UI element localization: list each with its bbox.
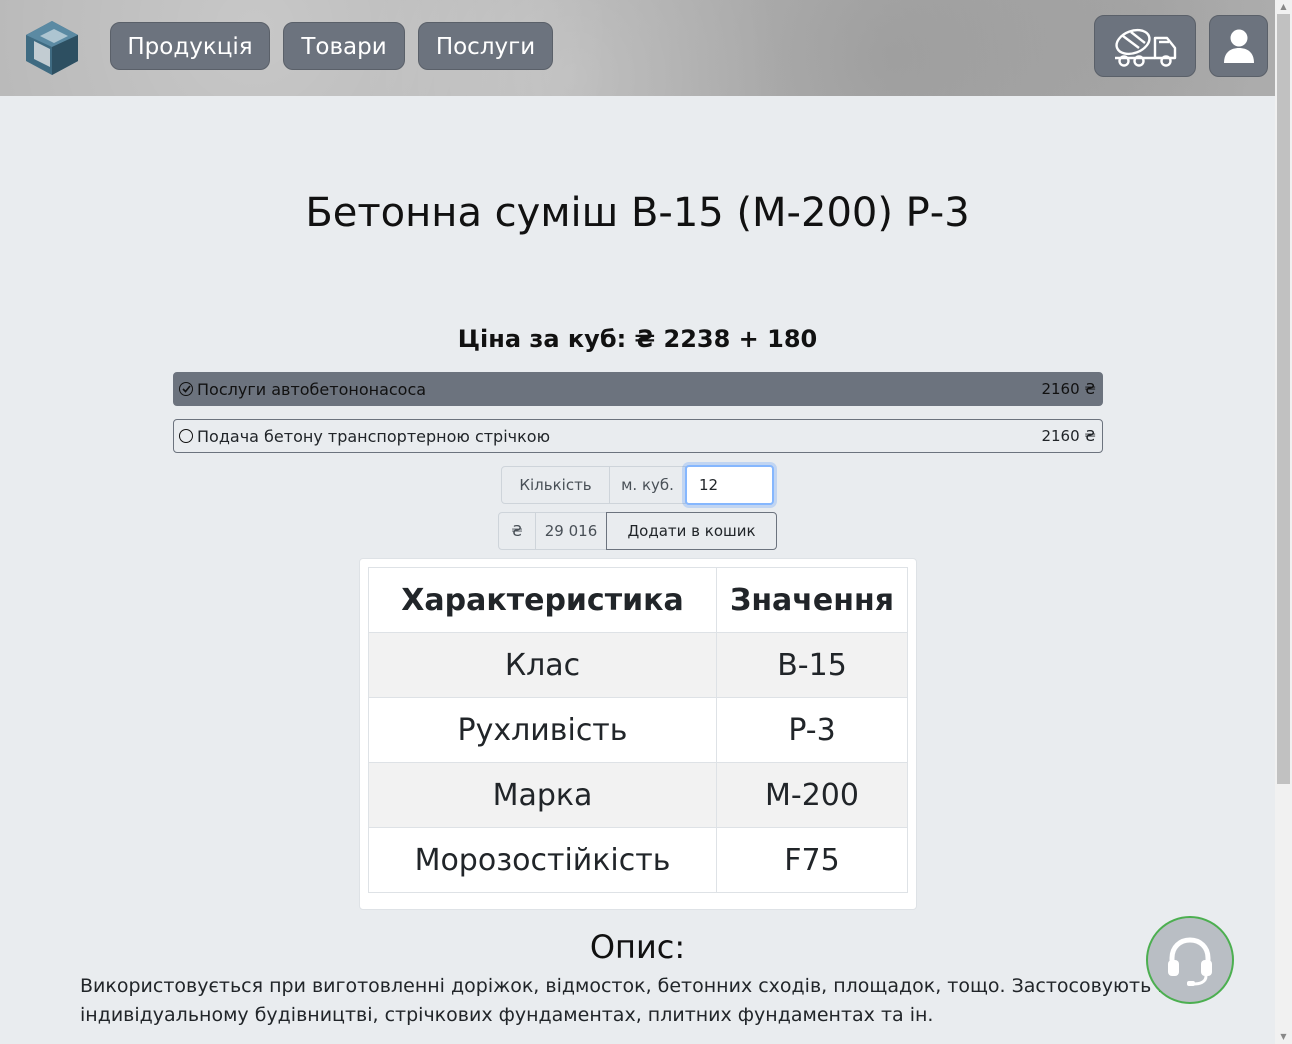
table-row: Рухливість P-3 — [368, 697, 908, 763]
cart-button[interactable] — [1094, 15, 1196, 77]
option-price: 2160 ₴ — [1041, 380, 1096, 398]
headset-support-icon — [1168, 937, 1212, 986]
spec-value: P-3 — [716, 697, 908, 763]
spec-name: Клас — [368, 632, 717, 698]
account-button[interactable] — [1209, 15, 1268, 77]
unit-label: м. куб. — [609, 466, 686, 504]
check-circle-icon — [179, 382, 193, 396]
scroll-down-arrow-icon[interactable]: ▼ — [1275, 1030, 1292, 1044]
nav-products-button[interactable]: Продукція — [110, 22, 270, 70]
empty-circle-icon — [179, 429, 193, 443]
concrete-mixer-truck-icon — [1115, 28, 1177, 67]
spec-name: Морозостійкість — [368, 827, 717, 893]
scrollbar[interactable]: ▲ ▼ — [1275, 0, 1292, 1044]
spec-value: F75 — [716, 827, 908, 893]
currency-symbol: ₴ — [498, 512, 536, 550]
option-label: Подача бетону транспортерною стрічкою — [197, 426, 551, 446]
column-header: Значення — [716, 567, 908, 633]
spec-name: Марка — [368, 762, 717, 828]
option-concrete-pump[interactable]: Послуги автобетононасоса 2160 ₴ — [173, 372, 1103, 406]
quantity-input[interactable] — [685, 465, 774, 505]
user-icon — [1223, 29, 1254, 63]
page-title: Бетонна суміш В-15 (М-200) Р-3 — [305, 190, 970, 236]
column-header: Характеристика — [368, 567, 717, 633]
price-per-cube: Ціна за куб: ₴ 2238 + 180 — [457, 325, 818, 353]
specs-table: Характеристика Значення Клас B-15 Рухлив… — [368, 567, 908, 893]
header: Продукція Товари Послуги — [0, 0, 1275, 96]
description-heading: Опис: — [589, 928, 686, 966]
add-to-cart-button[interactable]: Додати в кошик — [606, 512, 777, 550]
option-label: Послуги автобетононасоса — [197, 379, 427, 399]
spec-value: M-200 — [716, 762, 908, 828]
quantity-label: Кількість — [501, 466, 610, 504]
nav-services-button[interactable]: Послуги — [418, 22, 553, 70]
scroll-thumb[interactable] — [1277, 14, 1290, 784]
table-row: Клас B-15 — [368, 632, 908, 698]
logo-cube-icon[interactable] — [20, 17, 84, 77]
total-price: 29 016 — [535, 512, 607, 550]
table-header-row: Характеристика Значення — [368, 567, 908, 633]
option-price: 2160 ₴ — [1041, 427, 1096, 445]
nav-goods-button[interactable]: Товари — [283, 22, 405, 70]
table-row: Марка M-200 — [368, 762, 908, 828]
support-chat-button[interactable] — [1146, 916, 1234, 1004]
spec-name: Рухливість — [368, 697, 717, 763]
description-text: Використовується при виготовленні доріжо… — [80, 975, 1169, 1026]
option-conveyor-belt[interactable]: Подача бетону транспортерною стрічкою 21… — [173, 419, 1103, 453]
scroll-up-arrow-icon[interactable]: ▲ — [1275, 0, 1292, 14]
spec-value: B-15 — [716, 632, 908, 698]
table-row: Морозостійкість F75 — [368, 827, 908, 893]
